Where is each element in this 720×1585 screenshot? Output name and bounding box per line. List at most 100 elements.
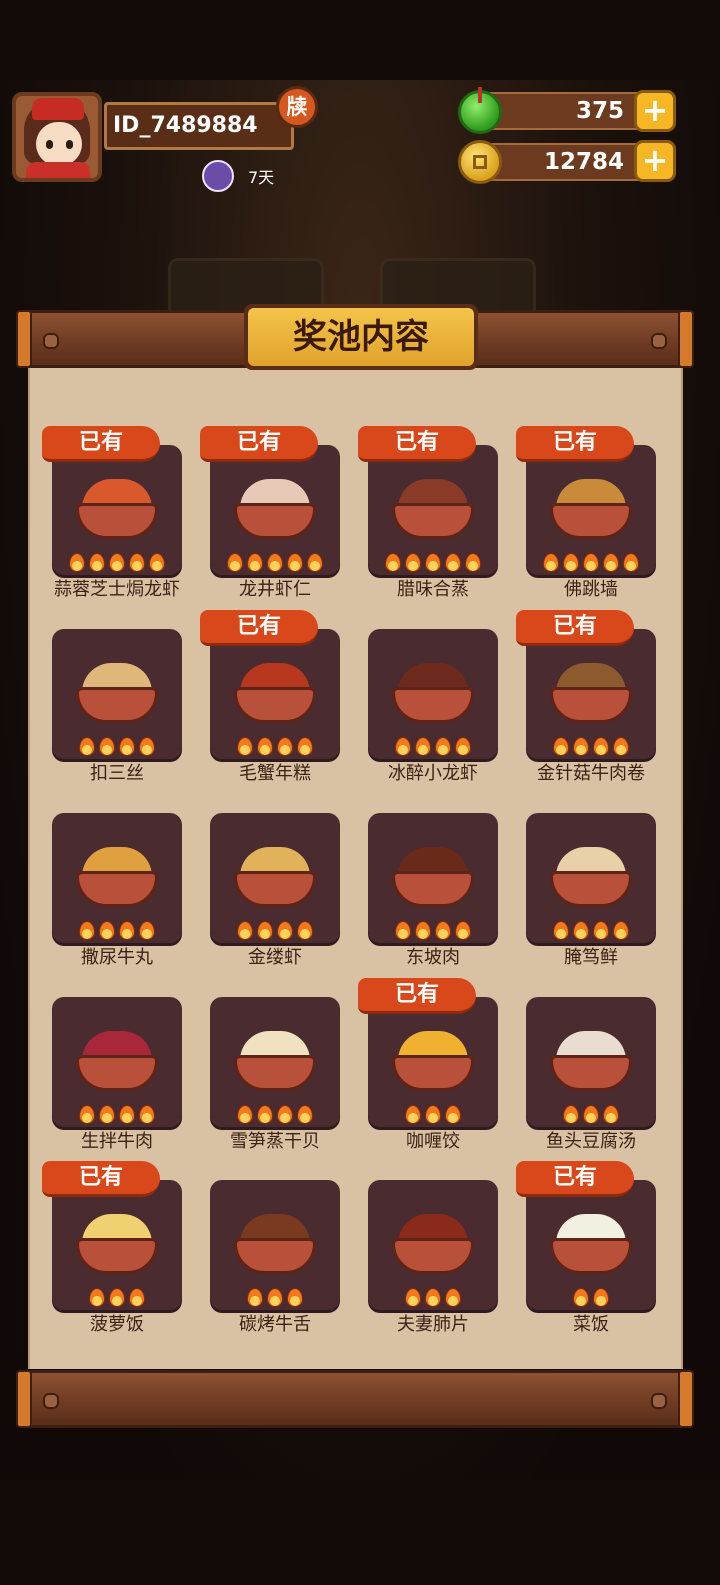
flame-icon bbox=[553, 737, 569, 756]
dish-item[interactable]: 咖喱饺 已有 bbox=[358, 967, 510, 1152]
dish-card[interactable] bbox=[526, 1180, 656, 1310]
dish-card[interactable] bbox=[368, 813, 498, 943]
flame-icon bbox=[277, 737, 293, 756]
player-badge[interactable]: 牍 bbox=[276, 86, 318, 128]
dish-card[interactable] bbox=[526, 813, 656, 943]
flame-icon bbox=[297, 921, 313, 940]
rarity-flames bbox=[210, 1105, 340, 1124]
dish-item[interactable]: 雪笋蒸干贝 bbox=[202, 967, 352, 1152]
flame-icon bbox=[543, 553, 559, 572]
flame-icon bbox=[563, 1105, 579, 1124]
dish-item[interactable]: 冰醉小龙虾 bbox=[360, 599, 510, 784]
flame-icon bbox=[425, 1288, 441, 1307]
flame-icon bbox=[445, 1105, 461, 1124]
dish-card[interactable] bbox=[52, 629, 182, 759]
dish-item[interactable]: 东坡肉 bbox=[360, 783, 510, 968]
owned-badge: 已有 bbox=[200, 610, 318, 646]
flame-icon bbox=[109, 1288, 125, 1307]
dish-card[interactable] bbox=[52, 445, 182, 575]
dish-name: 金针菇牛肉卷 bbox=[537, 763, 645, 784]
flame-icon bbox=[603, 1105, 619, 1124]
flame-icon bbox=[583, 553, 599, 572]
panel-title: 奖池内容 bbox=[248, 308, 474, 366]
flame-icon bbox=[395, 737, 411, 756]
add-jade-button[interactable]: + bbox=[634, 90, 676, 132]
bowl-icon bbox=[234, 503, 316, 539]
rarity-flames bbox=[526, 737, 656, 756]
dish-item[interactable]: 佛跳墙 已有 bbox=[516, 415, 668, 600]
flame-icon bbox=[227, 553, 243, 572]
flame-icon bbox=[139, 737, 155, 756]
flame-icon bbox=[593, 921, 609, 940]
dish-name: 冰醉小龙虾 bbox=[388, 763, 478, 784]
bowl-icon bbox=[392, 503, 474, 539]
dish-item[interactable]: 毛蟹年糕 已有 bbox=[200, 599, 352, 784]
flame-icon bbox=[237, 737, 253, 756]
dish-card[interactable] bbox=[52, 813, 182, 943]
dish-name: 蒜蓉芝士焗龙虾 bbox=[54, 579, 180, 600]
flame-icon bbox=[593, 737, 609, 756]
dish-item[interactable]: 碳烤牛舌 bbox=[202, 1150, 352, 1335]
owned-badge: 已有 bbox=[42, 426, 160, 462]
dish-card[interactable] bbox=[526, 445, 656, 575]
dish-item[interactable]: 鱼头豆腐汤 bbox=[518, 967, 668, 1152]
dish-name: 菠萝饭 bbox=[90, 1314, 144, 1335]
flame-icon bbox=[405, 553, 421, 572]
dish-item[interactable]: 金针菇牛肉卷 已有 bbox=[516, 599, 668, 784]
flame-icon bbox=[277, 921, 293, 940]
rarity-flames bbox=[526, 921, 656, 940]
rarity-flames bbox=[210, 1288, 340, 1307]
dish-card[interactable] bbox=[368, 629, 498, 759]
scroll-bottom-rod bbox=[16, 1370, 694, 1428]
flame-icon bbox=[149, 553, 165, 572]
rarity-flames bbox=[526, 553, 656, 572]
bowl-icon bbox=[392, 1238, 474, 1274]
dish-item[interactable]: 腌笃鲜 bbox=[518, 783, 668, 968]
dish-card[interactable] bbox=[52, 997, 182, 1127]
dish-card[interactable] bbox=[210, 997, 340, 1127]
bowl-icon bbox=[76, 503, 158, 539]
dish-item[interactable]: 夫妻肺片 bbox=[360, 1150, 510, 1335]
bowl-icon bbox=[234, 1238, 316, 1274]
dish-card[interactable] bbox=[368, 445, 498, 575]
bowl-icon bbox=[234, 871, 316, 907]
dish-item[interactable]: 菜饭 已有 bbox=[516, 1150, 668, 1335]
add-coins-button[interactable]: + bbox=[634, 140, 676, 182]
flame-icon bbox=[89, 553, 105, 572]
login-days: 7天 bbox=[248, 168, 275, 187]
flame-icon bbox=[139, 921, 155, 940]
dish-card[interactable] bbox=[526, 629, 656, 759]
dish-card[interactable] bbox=[210, 813, 340, 943]
dish-item[interactable]: 撒尿牛丸 bbox=[44, 783, 194, 968]
bowl-icon bbox=[550, 1055, 632, 1091]
dish-item[interactable]: 龙井虾仁 已有 bbox=[200, 415, 352, 600]
flame-icon bbox=[455, 921, 471, 940]
flame-icon bbox=[405, 1105, 421, 1124]
flame-icon bbox=[287, 553, 303, 572]
rarity-flames bbox=[210, 921, 340, 940]
player-avatar[interactable] bbox=[12, 92, 102, 182]
jade-icon bbox=[458, 87, 502, 134]
flame-icon bbox=[455, 737, 471, 756]
dish-card[interactable] bbox=[210, 1180, 340, 1310]
dish-item[interactable]: 蒜蓉芝士焗龙虾 已有 bbox=[42, 415, 194, 600]
flame-icon bbox=[129, 1288, 145, 1307]
dish-card[interactable] bbox=[368, 1180, 498, 1310]
bowl-icon bbox=[76, 687, 158, 723]
dish-card[interactable] bbox=[368, 997, 498, 1127]
dish-item[interactable]: 菠萝饭 已有 bbox=[42, 1150, 194, 1335]
dish-item[interactable]: 生拌牛肉 bbox=[44, 967, 194, 1152]
dish-card[interactable] bbox=[526, 997, 656, 1127]
flame-icon bbox=[237, 1105, 253, 1124]
dish-name: 菜饭 bbox=[573, 1314, 609, 1335]
dish-card[interactable] bbox=[210, 445, 340, 575]
dish-card[interactable] bbox=[210, 629, 340, 759]
dish-item[interactable]: 腊味合蒸 已有 bbox=[358, 415, 510, 600]
flame-icon bbox=[613, 737, 629, 756]
flame-icon bbox=[89, 1288, 105, 1307]
flame-icon bbox=[445, 553, 461, 572]
dish-item[interactable]: 扣三丝 bbox=[44, 599, 194, 784]
flame-icon bbox=[79, 921, 95, 940]
dish-item[interactable]: 金缕虾 bbox=[202, 783, 352, 968]
dish-card[interactable] bbox=[52, 1180, 182, 1310]
